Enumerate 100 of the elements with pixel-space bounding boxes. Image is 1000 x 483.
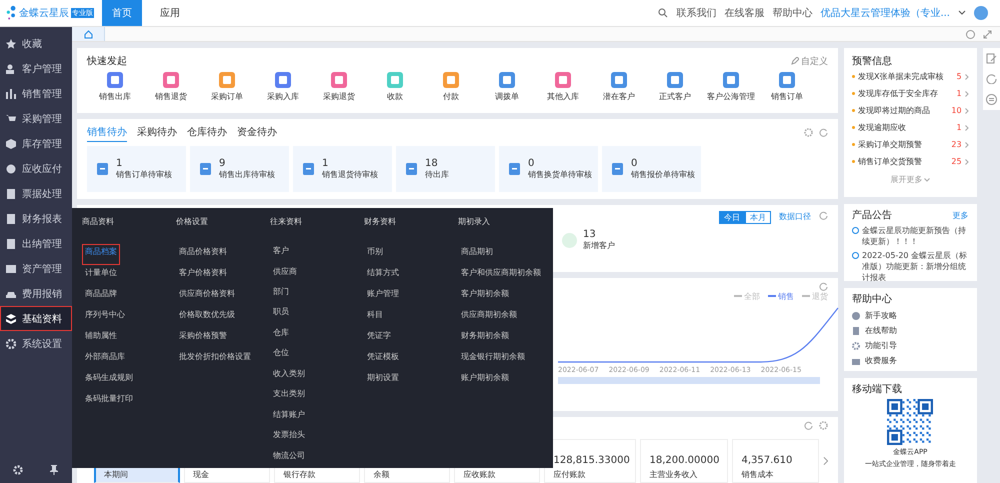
- warning-item[interactable]: 采购订单交期预警 23: [852, 136, 969, 153]
- quick-action[interactable]: 正式客户: [647, 72, 703, 102]
- menu-item[interactable]: 部门: [270, 284, 292, 304]
- pencil-icon[interactable]: [791, 57, 799, 65]
- sidebar-item[interactable]: 采购管理: [0, 106, 72, 131]
- quick-action[interactable]: 调拨单: [479, 72, 535, 102]
- sidebar-item[interactable]: 资产管理: [0, 256, 72, 281]
- help-link[interactable]: 在线帮助: [865, 325, 897, 336]
- header-link[interactable]: 在线客服: [724, 6, 764, 20]
- warning-item[interactable]: 发现即将过期的商品 10: [852, 102, 969, 119]
- quick-action[interactable]: 客户公海管理: [703, 72, 759, 102]
- menu-item[interactable]: 结算账户: [270, 406, 308, 428]
- quick-action[interactable]: 收款: [367, 72, 423, 102]
- sidebar-item[interactable]: 客户管理: [0, 56, 72, 81]
- warning-item[interactable]: 发现X张单据未完成审核 5: [852, 68, 969, 85]
- nav-tab[interactable]: 应用: [150, 0, 190, 26]
- legend-item[interactable]: 销售: [778, 290, 794, 302]
- quick-action[interactable]: 销售退货: [143, 72, 199, 102]
- customize-link[interactable]: 自定义: [801, 54, 828, 68]
- todo-tab[interactable]: 资金待办: [237, 123, 277, 142]
- menu-item[interactable]: 商品价格资料: [176, 244, 230, 265]
- menu-item[interactable]: 期初设置: [364, 370, 402, 391]
- menu-item[interactable]: 商品期初: [458, 244, 496, 265]
- sidebar-item[interactable]: 销售管理: [0, 81, 72, 106]
- quick-action[interactable]: 付款: [423, 72, 479, 102]
- settings-icon[interactable]: [13, 465, 23, 475]
- pin-icon[interactable]: [49, 465, 59, 475]
- warning-item[interactable]: 发现逾期应收 1: [852, 119, 969, 136]
- quick-action[interactable]: 采购入库: [255, 72, 311, 102]
- sidebar-item[interactable]: 票据处理: [0, 181, 72, 206]
- finance-card[interactable]: 4,357.610 销售成本: [732, 439, 819, 483]
- help-link[interactable]: 功能引导: [865, 340, 897, 351]
- quick-action[interactable]: 其他入库: [535, 72, 591, 102]
- announcement-link[interactable]: 2022-05-20 金蝶云星辰（标准版）功能更新：新增分组统计报表: [862, 250, 969, 283]
- period-toggle[interactable]: 今日: [719, 211, 745, 224]
- menu-item[interactable]: 发票抬头: [270, 427, 308, 448]
- warning-item[interactable]: 销售订单交货预警 25: [852, 153, 969, 170]
- menu-item[interactable]: 结算方式: [364, 265, 402, 286]
- menu-item[interactable]: 账户期初余额: [458, 370, 512, 391]
- more-link[interactable]: 更多: [952, 210, 969, 220]
- refresh-icon[interactable]: [819, 282, 828, 291]
- refresh-icon[interactable]: [819, 211, 828, 220]
- range-slider[interactable]: [558, 376, 820, 384]
- menu-item[interactable]: 凭证模板: [364, 349, 402, 370]
- menu-item[interactable]: 仓位: [270, 345, 292, 366]
- sidebar-item[interactable]: 财务报表: [0, 206, 72, 231]
- chevron-down-icon[interactable]: [958, 10, 966, 16]
- menu-item[interactable]: 批发价折扣价格设置: [176, 349, 254, 370]
- sidebar-item[interactable]: 应收应付: [0, 156, 72, 181]
- todo-card[interactable]: 1 销售订单待审核: [87, 146, 186, 192]
- menu-item[interactable]: 商品品牌: [82, 286, 120, 307]
- company-selector[interactable]: 优品大星云管理体验（专业...: [820, 6, 950, 20]
- menu-item[interactable]: 账户管理: [364, 286, 402, 307]
- menu-item[interactable]: 科目: [364, 307, 386, 328]
- sidebar-item[interactable]: 费用报销: [0, 281, 72, 306]
- menu-item[interactable]: 仓库: [270, 324, 292, 346]
- menu-item[interactable]: 条码批量打印: [82, 391, 136, 412]
- menu-item[interactable]: 辅助属性: [82, 328, 120, 349]
- quick-action[interactable]: 采购订单: [199, 72, 255, 102]
- home-tab[interactable]: [72, 27, 105, 41]
- quick-action[interactable]: 销售订单: [759, 72, 815, 102]
- warning-item[interactable]: 发现库存低于安全库存 1: [852, 85, 969, 102]
- menu-item[interactable]: 收入类别: [270, 366, 308, 386]
- refresh-icon[interactable]: [986, 73, 997, 84]
- todo-tab[interactable]: 采购待办: [137, 123, 177, 142]
- menu-item[interactable]: 价格取数优先级: [176, 307, 238, 328]
- todo-card[interactable]: 0 销售换货单待审核: [499, 146, 598, 192]
- menu-item[interactable]: 序列号中心: [82, 307, 128, 328]
- todo-tab[interactable]: 仓库待办: [187, 123, 227, 142]
- menu-item[interactable]: 支出类别: [270, 386, 308, 407]
- menu-item[interactable]: 供应商价格资料: [176, 286, 238, 307]
- menu-item[interactable]: 财务期初余额: [458, 328, 512, 349]
- refresh-icon[interactable]: [804, 421, 813, 430]
- menu-item[interactable]: 客户期初余额: [458, 286, 512, 307]
- menu-item[interactable]: 客户: [270, 243, 292, 264]
- menu-item[interactable]: 币别: [364, 244, 386, 265]
- quick-action[interactable]: 销售出库: [87, 72, 143, 102]
- menu-item[interactable]: 客户价格资料: [176, 265, 230, 286]
- todo-card[interactable]: 9 销售出库待审核: [190, 146, 289, 192]
- refresh-icon[interactable]: [819, 128, 828, 138]
- avatar[interactable]: [974, 6, 988, 20]
- menu-item[interactable]: 条码生成规则: [82, 370, 136, 391]
- menu-item[interactable]: 供应商期初余额: [458, 307, 520, 328]
- menu-item[interactable]: 供应商: [270, 264, 300, 284]
- header-link[interactable]: 联系我们: [676, 6, 716, 20]
- menu-item[interactable]: 现金银行期初余额: [458, 349, 528, 370]
- todo-card[interactable]: 18 待出库: [396, 146, 495, 192]
- menu-item[interactable]: 采购价格预警: [176, 328, 230, 349]
- todo-card[interactable]: 1 销售退货待审核: [293, 146, 392, 192]
- todo-card[interactable]: 0 销售报价单待审核: [602, 146, 701, 192]
- menu-item[interactable]: 外部商品库: [82, 349, 128, 370]
- menu-item[interactable]: 商品档案: [82, 244, 120, 265]
- help-link[interactable]: 收费服务: [865, 355, 897, 366]
- announcement-link[interactable]: 金蝶云星辰功能更新预告（持续更新）！！！: [862, 225, 969, 247]
- sidebar-item[interactable]: 基础资料: [0, 306, 72, 331]
- sidebar-item[interactable]: 出纳管理: [0, 231, 72, 256]
- menu-item[interactable]: 凭证字: [364, 328, 394, 349]
- menu-item[interactable]: 物流公司: [270, 448, 308, 468]
- chevron-right-icon[interactable]: [822, 456, 828, 466]
- data-scope-link[interactable]: 数据口径: [779, 211, 811, 222]
